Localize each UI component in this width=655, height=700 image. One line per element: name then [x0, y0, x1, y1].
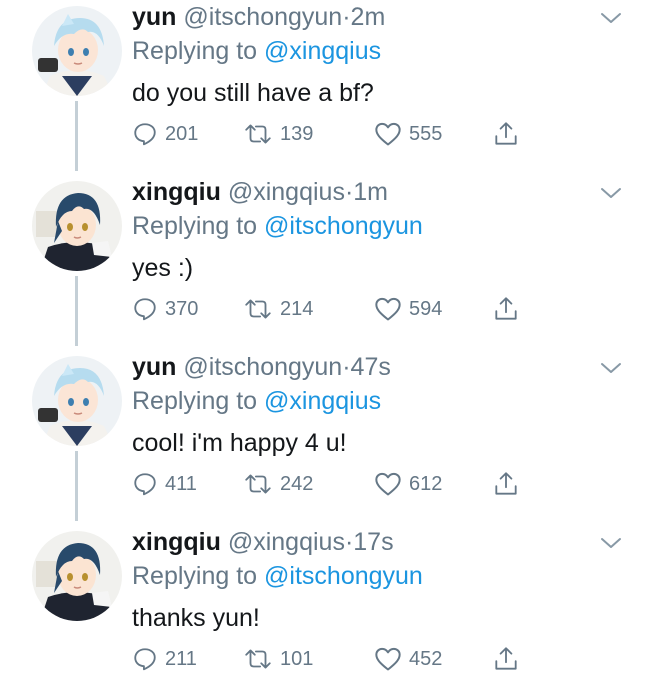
retweet-button[interactable]: 101 — [243, 644, 313, 674]
heart-icon — [375, 647, 401, 671]
user-handle[interactable]: @itschongyun — [183, 3, 342, 31]
tweet[interactable]: xingqiu @xingqius·17s Replying to @itsch… — [0, 525, 655, 700]
tweet-text: cool! i'm happy 4 u! — [132, 429, 347, 457]
retweet-count: 242 — [280, 472, 314, 495]
share-button[interactable] — [493, 294, 519, 324]
replying-to-label: Replying to — [132, 387, 258, 415]
chongyun-avatar-image — [32, 356, 122, 446]
timestamp[interactable]: 17s — [353, 528, 393, 556]
like-count: 612 — [409, 472, 443, 495]
display-name[interactable]: yun — [132, 353, 176, 381]
user-handle[interactable]: @xingqius — [228, 178, 345, 206]
replying-to-link[interactable]: @xingqius — [264, 387, 381, 415]
share-icon — [495, 122, 517, 145]
reply-count: 411 — [165, 472, 197, 495]
tweet-actions: 370 214 594 — [132, 294, 532, 324]
timestamp[interactable]: 1m — [353, 178, 388, 206]
user-handle[interactable]: @itschongyun — [183, 353, 342, 381]
reply-button[interactable]: 211 — [132, 644, 197, 674]
reply-icon — [134, 123, 156, 146]
reply-button[interactable]: 370 — [132, 294, 198, 324]
reply-count: 201 — [165, 122, 199, 145]
retweet-icon — [245, 299, 271, 319]
retweet-icon — [245, 124, 271, 144]
tweet-text: yes :) — [132, 254, 194, 282]
share-button[interactable] — [493, 119, 519, 149]
reply-button[interactable]: 411 — [132, 469, 197, 499]
retweet-count: 101 — [280, 647, 314, 670]
heart-icon — [375, 472, 401, 496]
replying-to-label: Replying to — [132, 37, 258, 65]
tweet-actions: 411 242 612 — [132, 469, 532, 499]
share-icon — [495, 647, 517, 670]
tweet-actions: 211 101 452 — [132, 644, 532, 674]
reply-icon — [134, 473, 156, 496]
like-count: 555 — [409, 122, 443, 145]
retweet-icon — [245, 649, 271, 669]
reply-count: 370 — [165, 297, 199, 320]
share-button[interactable] — [493, 469, 519, 499]
timestamp[interactable]: 2m — [351, 3, 386, 31]
like-button[interactable]: 452 — [374, 644, 442, 674]
avatar-chongyun[interactable] — [32, 356, 122, 446]
chevron-down-icon[interactable] — [599, 535, 623, 551]
tweet[interactable]: yun @itschongyun·47s Replying to @xingqi… — [0, 350, 655, 525]
retweet-button[interactable]: 139 — [243, 119, 313, 149]
xingqiu-avatar-image — [32, 531, 122, 621]
like-count: 594 — [409, 297, 443, 320]
retweet-count: 139 — [280, 122, 314, 145]
share-icon — [495, 472, 517, 495]
reply-button[interactable]: 201 — [132, 119, 198, 149]
reply-count: 211 — [165, 647, 197, 670]
avatar-chongyun[interactable] — [32, 6, 122, 96]
reply-icon — [134, 648, 156, 671]
tweet-text: do you still have a bf? — [132, 79, 374, 107]
display-name[interactable]: yun — [132, 3, 176, 31]
chevron-down-icon[interactable] — [599, 185, 623, 201]
display-name[interactable]: xingqiu — [132, 528, 221, 556]
replying-to-link[interactable]: @itschongyun — [264, 562, 423, 590]
chongyun-avatar-image — [32, 6, 122, 96]
heart-icon — [375, 122, 401, 146]
chevron-down-icon[interactable] — [599, 10, 623, 26]
tweet-text: thanks yun! — [132, 604, 260, 632]
replying-to-link[interactable]: @itschongyun — [264, 212, 423, 240]
like-button[interactable]: 555 — [374, 119, 442, 149]
timestamp[interactable]: 47s — [351, 353, 391, 381]
like-button[interactable]: 612 — [374, 469, 442, 499]
retweet-button[interactable]: 242 — [243, 469, 313, 499]
chevron-down-icon[interactable] — [599, 360, 623, 376]
retweet-button[interactable]: 214 — [243, 294, 313, 324]
tweet[interactable]: xingqiu @xingqius·1m Replying to @itscho… — [0, 175, 655, 350]
replying-to-label: Replying to — [132, 562, 258, 590]
share-button[interactable] — [493, 644, 519, 674]
separator-dot: · — [342, 3, 351, 31]
avatar-xingqiu[interactable] — [32, 181, 122, 271]
separator-dot: · — [342, 353, 351, 381]
display-name[interactable]: xingqiu — [132, 178, 221, 206]
tweet[interactable]: yun @itschongyun·2m Replying to @xingqiu… — [0, 0, 655, 175]
heart-icon — [375, 297, 401, 321]
replying-to-label: Replying to — [132, 212, 258, 240]
replying-to-link[interactable]: @xingqius — [264, 37, 381, 65]
retweet-icon — [245, 474, 271, 494]
retweet-count: 214 — [280, 297, 314, 320]
reply-icon — [134, 298, 156, 321]
share-icon — [495, 297, 517, 320]
tweet-actions: 201 139 555 — [132, 119, 532, 149]
like-button[interactable]: 594 — [374, 294, 442, 324]
like-count: 452 — [409, 647, 443, 670]
avatar-xingqiu[interactable] — [32, 531, 122, 621]
xingqiu-avatar-image — [32, 181, 122, 271]
user-handle[interactable]: @xingqius — [228, 528, 345, 556]
